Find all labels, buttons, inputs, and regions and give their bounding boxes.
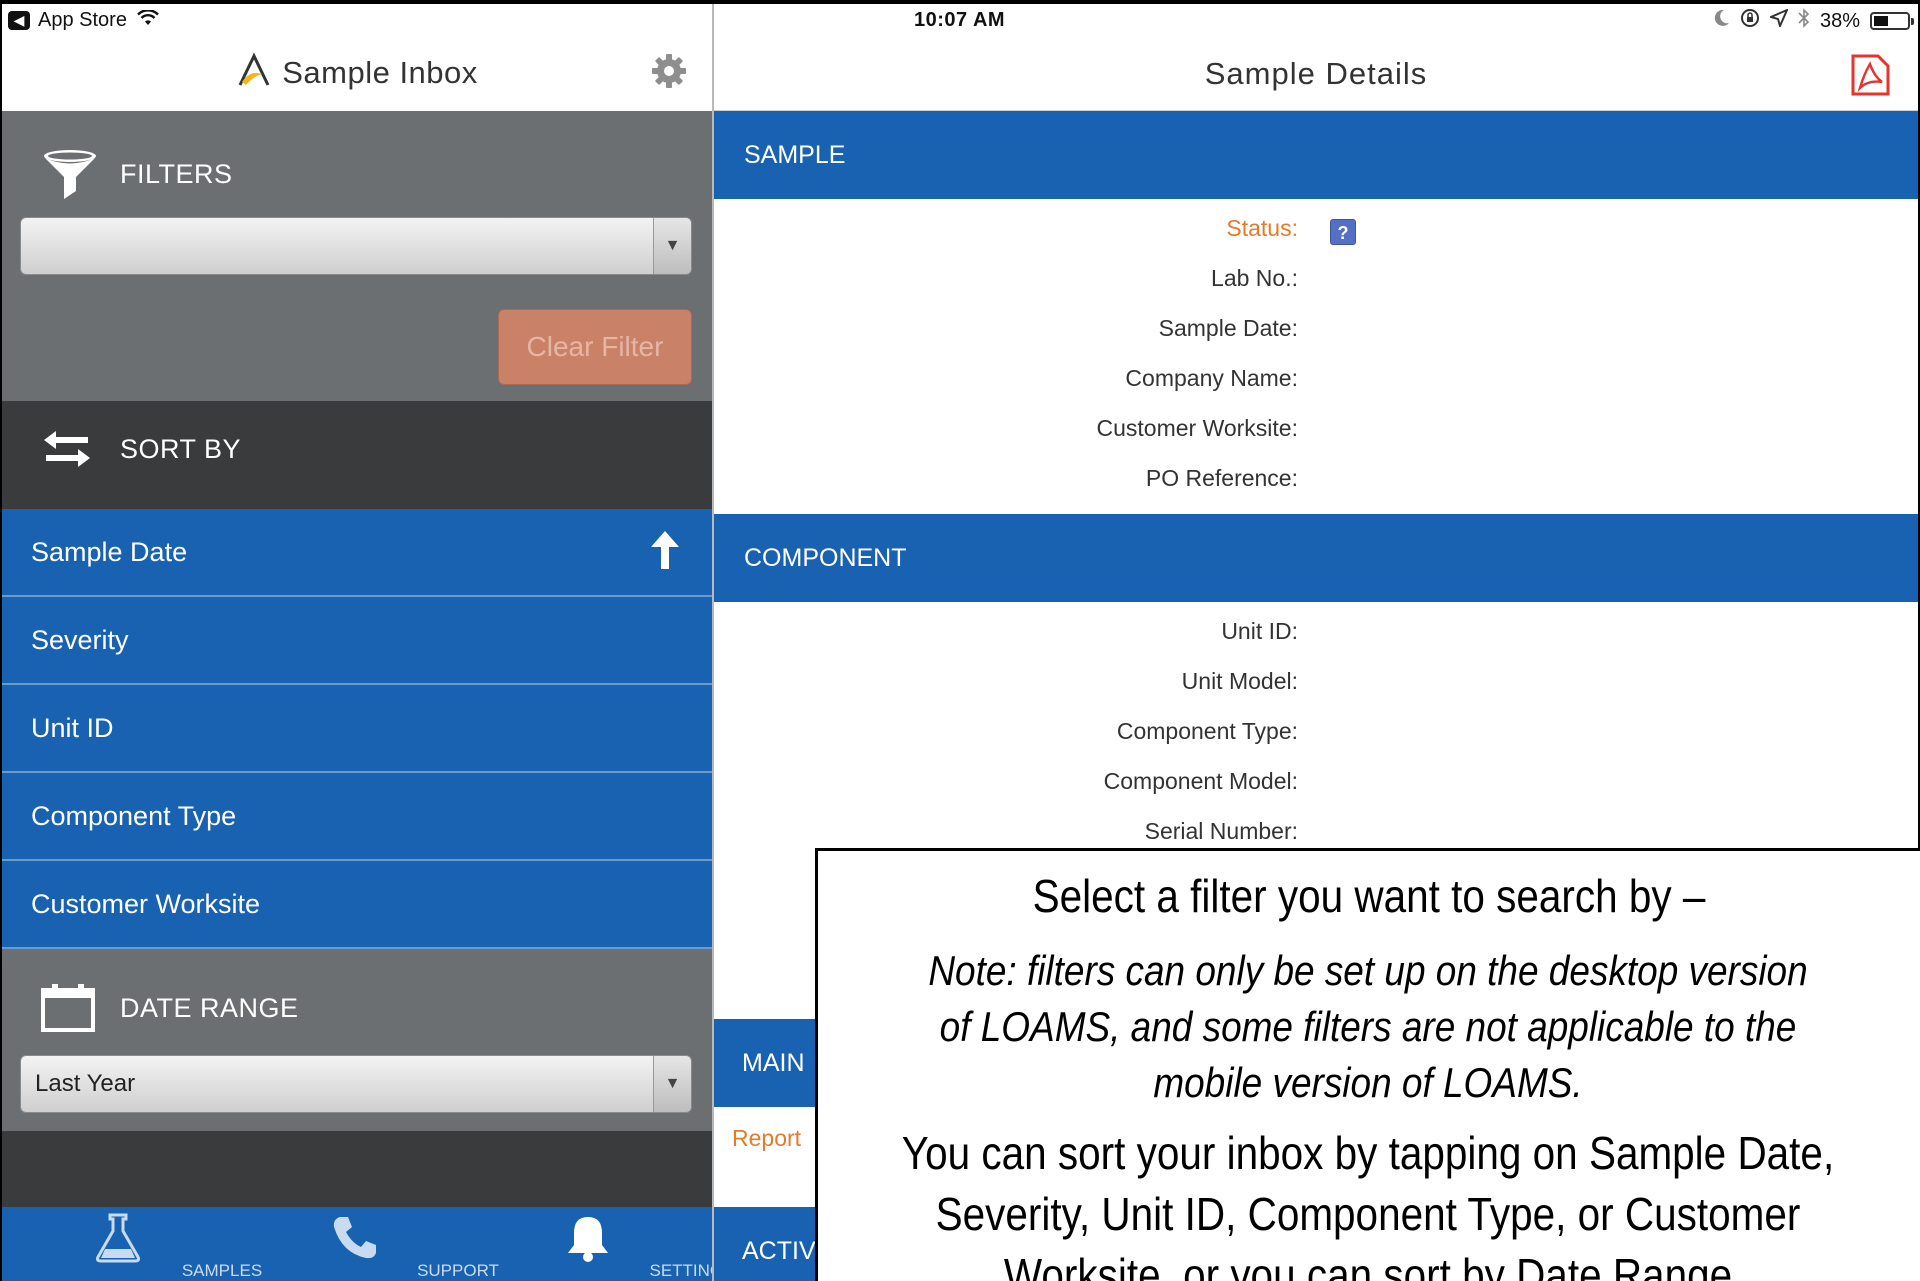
bluetooth-icon [1798, 8, 1810, 34]
sort-arrows-icon [42, 425, 92, 478]
field-component-model: Component Model: [714, 760, 1918, 810]
bell-icon [564, 1217, 612, 1267]
field-unit-model: Unit Model: [714, 660, 1918, 710]
field-label: Company Name: [1125, 365, 1298, 391]
filter-select[interactable]: ▼ [20, 217, 692, 275]
field-customer-worksite: Customer Worksite: [714, 407, 1918, 457]
field-label: Status: [1226, 215, 1298, 241]
sort-item-label: Sample Date [31, 536, 188, 567]
rotation-lock-icon [1740, 8, 1760, 34]
left-nav-title: Sample Inbox [282, 54, 478, 90]
sort-item-label: Component Type [31, 800, 237, 831]
tab-label: SETTINGS [649, 1261, 712, 1280]
field-unit-id: Unit ID: [714, 610, 1918, 660]
callout-heading: Select a filter you want to search by – [1032, 870, 1706, 922]
tab-samples[interactable]: SAMPLES [38, 1207, 262, 1281]
details-title: Sample Details [1204, 56, 1428, 91]
field-label: PO Reference: [1145, 465, 1298, 491]
sort-list: Sample Date Severity Unit ID Component T… [2, 509, 712, 949]
flask-icon [94, 1213, 142, 1267]
sort-item-customer-worksite[interactable]: Customer Worksite [2, 861, 712, 949]
callout-note: Note: filters can only be set up on the … [928, 947, 1808, 1106]
pdf-icon[interactable] [1850, 54, 1890, 101]
date-range-select[interactable]: Last Year ▼ [20, 1055, 692, 1113]
sort-item-label: Unit ID [31, 712, 114, 743]
field-label: Serial Number: [1144, 818, 1298, 844]
field-lab-no: Lab No.: [714, 257, 1918, 307]
field-label: Customer Worksite: [1096, 415, 1298, 441]
status-time: 10:07 AM [914, 9, 1006, 31]
callout-body: You can sort your inbox by tapping on Sa… [901, 1127, 1835, 1281]
status-bar-right: 10:07 AM 38% [714, 4, 1918, 36]
funnel-icon [42, 147, 98, 208]
sort-by-label: SORT BY [120, 434, 242, 464]
filters-section: FILTERS ▼ Clear Filter [2, 111, 712, 401]
field-label: Unit ID: [1221, 618, 1298, 644]
sort-item-label: Severity [31, 624, 129, 655]
component-section-header: COMPONENT [714, 514, 1918, 602]
date-range-value: Last Year [35, 1070, 136, 1097]
date-range-section: DATE RANGE Last Year ▼ [2, 951, 712, 1131]
sort-by-section: SORT BY [2, 401, 712, 509]
sample-section-header: SAMPLE [714, 111, 1918, 199]
field-status: Status: ? [714, 207, 1918, 257]
instruction-callout: Select a filter you want to search by – … [815, 848, 1920, 1281]
status-icons: 38% [1714, 8, 1914, 34]
sort-item-severity[interactable]: Severity [2, 597, 712, 685]
app-logo-icon [236, 52, 272, 93]
back-app-label[interactable]: App Store [38, 9, 127, 32]
arrow-up-icon [648, 529, 682, 578]
chevron-down-icon[interactable]: ▼ [653, 218, 691, 274]
sort-item-unit-id[interactable]: Unit ID [2, 685, 712, 773]
sort-item-label: Customer Worksite [31, 888, 261, 919]
gear-icon[interactable] [650, 52, 688, 95]
field-label: Component Model: [1103, 768, 1298, 794]
sort-item-sample-date[interactable]: Sample Date [2, 509, 712, 597]
field-label: Component Type: [1116, 718, 1298, 744]
left-nav-bar: ◀ App Store Sample Inbox [2, 4, 712, 111]
back-arrow-icon[interactable]: ◀ [8, 10, 30, 30]
date-range-label: DATE RANGE [120, 993, 299, 1023]
tab-settings[interactable]: SETTINGS [508, 1207, 712, 1281]
location-icon [1768, 8, 1789, 33]
status-bar-left: ◀ App Store [2, 4, 712, 36]
tab-bar: SAMPLES SUPPORT SETTINGS [2, 1207, 712, 1281]
left-panel-spacer [2, 1131, 712, 1207]
sort-item-component-type[interactable]: Component Type [2, 773, 712, 861]
field-component-type: Component Type: [714, 710, 1918, 760]
field-sample-date: Sample Date: [714, 307, 1918, 357]
calendar-icon [40, 983, 96, 1038]
sample-inbox-panel: ◀ App Store Sample Inbox FILTERS ▼ Clear… [2, 4, 712, 1281]
chevron-down-icon[interactable]: ▼ [653, 1056, 691, 1112]
battery-percent: 38% [1819, 9, 1860, 32]
moon-icon [1714, 9, 1730, 33]
battery-icon [1870, 12, 1914, 30]
tab-support[interactable]: SUPPORT [274, 1207, 499, 1281]
field-po-reference: PO Reference: [714, 457, 1918, 507]
left-nav-title-group: Sample Inbox [2, 52, 712, 93]
filters-label: FILTERS [120, 159, 233, 189]
field-label: Lab No.: [1211, 265, 1298, 291]
clear-filter-button[interactable]: Clear Filter [498, 309, 692, 385]
phone-icon [330, 1217, 378, 1265]
wifi-icon [137, 8, 159, 32]
field-label: Unit Model: [1181, 668, 1298, 694]
field-company-name: Company Name: [714, 357, 1918, 407]
status-help-badge[interactable]: ? [1330, 219, 1356, 245]
report-link[interactable]: Report [732, 1125, 801, 1152]
field-label: Sample Date: [1158, 315, 1298, 341]
